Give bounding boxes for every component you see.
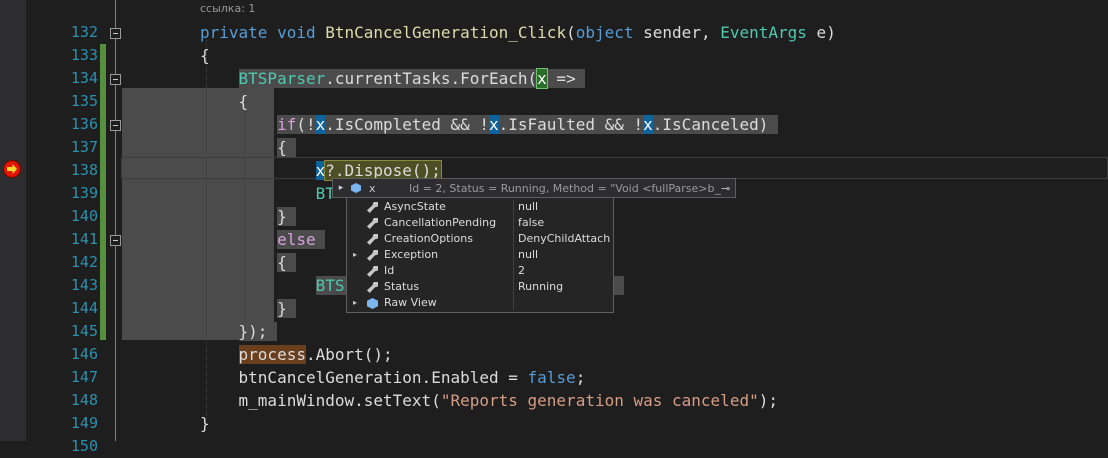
- pin-icon[interactable]: ⊸: [721, 182, 735, 195]
- code-text: });: [200, 320, 278, 343]
- code-text: BTSParser.currentTasks.ForEach(x =>: [200, 67, 586, 90]
- wrench-icon: [367, 282, 378, 293]
- code-text: btnCancelGeneration.Enabled = false;: [238, 368, 586, 387]
- datatip-expand-icon[interactable]: ▸: [335, 183, 347, 193]
- member-name: AsyncState: [384, 200, 446, 213]
- member-value[interactable]: DenyChildAttach: [518, 231, 610, 247]
- line-number: 133: [70, 46, 98, 64]
- code-line[interactable]: 147 btnCancelGeneration.Enabled = false;: [26, 366, 1108, 389]
- expand-icon[interactable]: ▸: [353, 295, 361, 311]
- code-line[interactable]: 149 }: [26, 412, 1108, 435]
- line-number: 146: [70, 345, 98, 363]
- line-number: 150: [70, 437, 98, 455]
- code-text: private void BtnCancelGeneration_Click(o…: [200, 23, 836, 42]
- code-text: BT: [315, 184, 335, 203]
- codelens-references[interactable]: ссылка: 1: [200, 2, 255, 15]
- line-number: 142: [70, 253, 98, 271]
- wrench-icon: [367, 250, 378, 261]
- code-line[interactable]: 136 if(!x.IsCompleted && !x.IsFaulted &&…: [26, 113, 1108, 136]
- fold-toggle[interactable]: [110, 74, 121, 85]
- member-name: CreationOptions: [384, 232, 473, 245]
- code-text: }: [200, 414, 210, 433]
- member-value[interactable]: null: [518, 247, 538, 263]
- expand-icon[interactable]: ▸: [353, 247, 361, 263]
- datatip-member-row[interactable]: CancellationPending false: [347, 215, 613, 231]
- datatip-member-row[interactable]: Status Running: [347, 279, 613, 295]
- member-value[interactable]: null: [518, 199, 538, 215]
- code-text: if(!x.IsCompleted && !x.IsFaulted && !x.…: [200, 113, 779, 136]
- member-value[interactable]: 2: [518, 263, 525, 279]
- code-text: {: [200, 251, 297, 274]
- line-number: 136: [70, 115, 98, 133]
- line-number: 137: [70, 138, 98, 156]
- code-text: {: [200, 46, 210, 65]
- wrench-icon: [367, 202, 378, 213]
- line-number: 148: [70, 391, 98, 409]
- object-icon: [351, 183, 361, 193]
- code-line[interactable]: 137 {: [26, 136, 1108, 159]
- line-number: 141: [70, 230, 98, 248]
- code-line[interactable]: 145 });: [26, 320, 1108, 343]
- line-number: 135: [70, 92, 98, 110]
- line-number: 134: [70, 69, 98, 87]
- datatip-member-row[interactable]: AsyncState null: [347, 199, 613, 215]
- code-line[interactable]: 146 process.Abort();: [26, 343, 1108, 366]
- datatip-member-row[interactable]: CreationOptions DenyChildAttach: [347, 231, 613, 247]
- member-value[interactable]: Running: [518, 279, 563, 295]
- code-text: {: [200, 90, 258, 113]
- datatip-member-row[interactable]: ▸ Raw View: [347, 295, 613, 311]
- member-value[interactable]: false: [518, 215, 544, 231]
- cube-icon: [367, 298, 378, 309]
- code-text: }: [200, 205, 297, 228]
- member-name: Exception: [384, 248, 439, 261]
- breakpoint-current-statement-icon[interactable]: [3, 160, 21, 178]
- line-number: 143: [70, 276, 98, 294]
- datatip-header[interactable]: ▸ x Id = 2, Status = Running, Method = "…: [332, 178, 736, 198]
- member-name: CancellationPending: [384, 216, 497, 229]
- code-text: process.Abort();: [238, 345, 393, 364]
- line-number: 149: [70, 414, 98, 432]
- fold-toggle[interactable]: [110, 28, 121, 39]
- datatip-variable-name: x: [369, 181, 376, 195]
- wrench-icon: [367, 218, 378, 229]
- code-text: else: [200, 228, 326, 251]
- code-text: }: [200, 297, 297, 320]
- code-line[interactable]: 132 private void BtnCancelGeneration_Cli…: [26, 21, 1108, 44]
- member-name: Raw View: [384, 296, 437, 309]
- datatip-member-row[interactable]: Id 2: [347, 263, 613, 279]
- fold-toggle[interactable]: [110, 235, 121, 246]
- datatip-members-popup[interactable]: AsyncState null CancellationPending fals…: [346, 197, 614, 313]
- code-line[interactable]: 134 BTSParser.currentTasks.ForEach(x =>: [26, 67, 1108, 90]
- datatip-member-row[interactable]: ▸ Exception null: [347, 247, 613, 263]
- wrench-icon: [367, 234, 378, 245]
- datatip-value[interactable]: Id = 2, Status = Running, Method = "Void…: [409, 182, 721, 195]
- line-number: 147: [70, 368, 98, 386]
- wrench-icon: [367, 266, 378, 277]
- code-text: m_mainWindow.setText("Reports generation…: [238, 391, 778, 410]
- line-number: 144: [70, 299, 98, 317]
- member-name: Status: [384, 280, 420, 293]
- code-text: {: [200, 136, 297, 159]
- code-line[interactable]: 150: [26, 435, 1108, 458]
- glyph-margin[interactable]: [0, 0, 26, 441]
- line-number: 132: [70, 23, 98, 41]
- code-line[interactable]: 133 {: [26, 44, 1108, 67]
- line-number: 145: [70, 322, 98, 340]
- line-number: 140: [70, 207, 98, 225]
- fold-toggle[interactable]: [110, 120, 121, 131]
- line-number: 139: [70, 184, 98, 202]
- line-number: 138: [70, 161, 98, 179]
- code-line[interactable]: 135 {: [26, 90, 1108, 113]
- code-line[interactable]: 148 m_mainWindow.setText("Reports genera…: [26, 389, 1108, 412]
- member-name: Id: [384, 264, 395, 277]
